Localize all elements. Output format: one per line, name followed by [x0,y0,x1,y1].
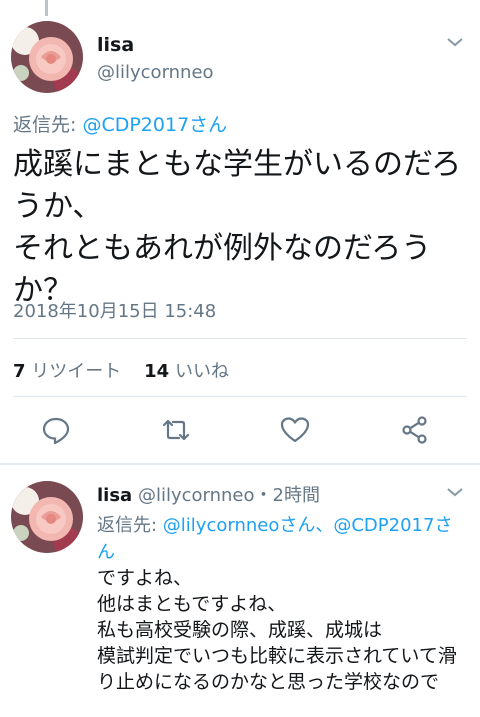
reply-avatar[interactable] [11,481,83,553]
like-count: 14 [144,361,170,382]
chevron-down-icon[interactable] [446,486,464,498]
divider [13,338,467,339]
display-name[interactable]: lisa [97,34,134,56]
rose-avatar-icon [11,481,83,553]
retweet-label: リツイート [31,361,122,382]
replying-separator: 、 [315,515,334,536]
reply-separator: ・ [254,485,273,506]
reply-replying-to: 返信先: @lilycornneoさん、@CDP2017さん [97,512,467,566]
like-stat[interactable]: 14 いいね [144,361,229,382]
tweet-stats: 7 リツイート 14 いいね [13,357,229,383]
reply-handle[interactable]: @lilycornneo [138,485,255,506]
reply-time[interactable]: 2時間 [273,485,320,506]
retweet-button[interactable] [160,414,192,446]
user-handle[interactable]: @lilycornneo [97,62,214,83]
retweet-stat[interactable]: 7 リツイート [13,361,121,382]
thread-connector-line [45,0,48,16]
share-icon [402,416,427,444]
tweet-timestamp[interactable]: 2018年10月15日 15:48 [13,297,216,323]
reply-button[interactable] [40,414,72,446]
avatar[interactable] [11,21,83,93]
like-label: いいね [174,361,229,382]
retweet-icon [162,419,190,441]
divider [13,396,467,397]
retweet-count: 7 [13,361,26,382]
like-button[interactable] [279,414,311,446]
replying-to-link[interactable]: @CDP2017さん [82,114,227,136]
reply-icon [42,417,70,445]
tweet-separator [0,463,480,465]
replying-to-link[interactable]: @lilycornneoさん [163,515,316,536]
heart-icon [280,417,310,443]
replying-prefix: 返信先: [13,114,83,136]
reply-tweet-text: ですよね、 他はまともですよね、 私も高校受験の際、成蹊、成城は 模試判定でいつ… [97,567,457,693]
reply-display-name[interactable]: lisa [97,485,132,506]
replying-to: 返信先: @CDP2017さん [13,110,227,137]
rose-avatar-icon [11,21,83,93]
tweet-text: 成蹊にまともな学生がいるのだろうか、 それともあれが例外なのだろうか？ [13,147,462,308]
replying-prefix: 返信先: [97,515,163,536]
reply-header: lisa @lilycornneo・2時間 [97,481,320,507]
share-button[interactable] [399,414,431,446]
chevron-down-icon[interactable] [446,36,464,48]
